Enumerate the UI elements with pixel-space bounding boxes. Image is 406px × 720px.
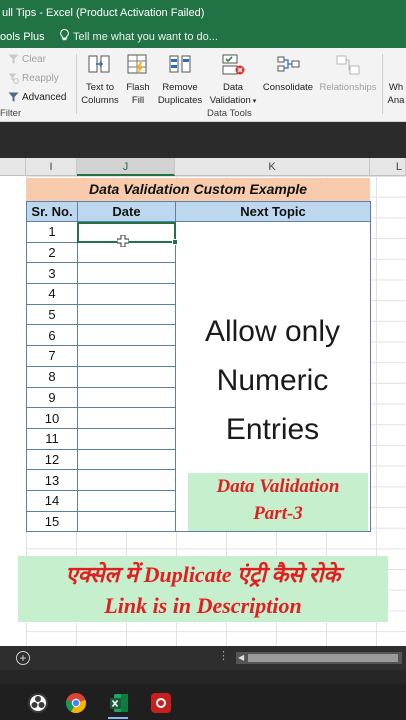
chrome-icon[interactable] bbox=[65, 692, 87, 714]
record-icon[interactable] bbox=[150, 692, 172, 714]
flash-fill-button[interactable]: Flash Fill bbox=[122, 52, 154, 107]
title-bar: ull Tips - Excel (Product Activation Fai… bbox=[0, 0, 406, 26]
consolidate-button[interactable]: Consolidate bbox=[260, 52, 316, 94]
date-cell[interactable] bbox=[77, 283, 176, 305]
date-cell[interactable] bbox=[77, 448, 176, 471]
taskbar bbox=[0, 684, 406, 720]
date-cell[interactable] bbox=[77, 324, 176, 347]
clear-filter-button[interactable]: Clear bbox=[0, 50, 80, 69]
promo-banner: एक्सेल में Duplicate एंट्री कैसे रोके Li… bbox=[18, 556, 388, 622]
clear-filter-icon bbox=[8, 54, 19, 64]
header-date[interactable]: Date bbox=[77, 201, 176, 222]
reapply-icon bbox=[8, 73, 19, 84]
consolidate-icon bbox=[275, 52, 301, 78]
date-cell[interactable] bbox=[77, 407, 176, 429]
ribbon-separator bbox=[76, 54, 77, 114]
column-header-i[interactable]: I bbox=[26, 158, 77, 176]
date-cell[interactable] bbox=[77, 345, 176, 367]
sr-no-cell[interactable]: 7 bbox=[26, 345, 78, 367]
sr-no-cell[interactable]: 13 bbox=[26, 469, 78, 491]
remove-duplicates-icon bbox=[167, 52, 193, 78]
sr-no-cell[interactable]: 5 bbox=[26, 303, 78, 326]
tell-me-bar: ools Plus Tell me what you want to do... bbox=[0, 26, 406, 48]
relationships-icon bbox=[335, 52, 361, 78]
date-cell[interactable] bbox=[77, 365, 176, 388]
scrollbar-thumb[interactable] bbox=[248, 654, 398, 662]
tab-split-handle[interactable]: ⋮ bbox=[218, 649, 230, 662]
filter-group: Clear Reapply Advanced bbox=[0, 50, 80, 107]
date-cell[interactable] bbox=[77, 510, 176, 533]
date-cell[interactable] bbox=[77, 489, 176, 512]
date-cell[interactable] bbox=[77, 469, 176, 491]
data-validation-icon bbox=[220, 52, 246, 78]
data-tools-group-label: Data Tools bbox=[207, 108, 252, 119]
scroll-left-icon[interactable]: ◀ bbox=[238, 652, 244, 664]
ribbon-separator bbox=[382, 54, 383, 114]
sheet-title-cell[interactable]: Data Validation Custom Example bbox=[26, 178, 370, 201]
remove-duplicates-button[interactable]: Remove Duplicates bbox=[154, 52, 206, 107]
window-title: ull Tips - Excel (Product Activation Fai… bbox=[2, 7, 205, 19]
excel-window: ull Tips - Excel (Product Activation Fai… bbox=[0, 0, 406, 720]
sr-no-cell[interactable]: 6 bbox=[26, 324, 78, 347]
excel-icon[interactable] bbox=[108, 692, 130, 714]
crosshair-cursor-icon bbox=[117, 235, 129, 247]
sr-no-cell[interactable]: 1 bbox=[26, 221, 78, 243]
banner-line-hindi: एक्सेल में Duplicate एंट्री कैसे रोके bbox=[65, 562, 341, 587]
active-app-indicator bbox=[108, 717, 128, 719]
topic-line: Entries bbox=[225, 413, 320, 446]
sr-no-cell[interactable]: 8 bbox=[26, 365, 78, 388]
date-cell[interactable] bbox=[77, 427, 176, 450]
formula-bar-area bbox=[0, 122, 406, 158]
sr-no-cell[interactable]: 11 bbox=[26, 427, 78, 450]
select-all-corner[interactable] bbox=[0, 158, 26, 176]
data-validation-button[interactable]: Data Validation ▾ bbox=[206, 52, 260, 108]
advanced-filter-button[interactable]: Advanced bbox=[0, 88, 80, 107]
column-header-k[interactable]: K bbox=[175, 158, 370, 176]
sr-no-cell[interactable]: 9 bbox=[26, 386, 78, 409]
text-to-columns-button[interactable]: Text to Columns bbox=[78, 52, 122, 107]
column-header-l[interactable]: L bbox=[370, 158, 406, 176]
advanced-filter-icon bbox=[8, 92, 19, 102]
horizontal-scrollbar[interactable]: ◀ bbox=[236, 652, 402, 664]
part-line: Part-3 bbox=[253, 503, 303, 524]
reapply-button[interactable]: Reapply bbox=[0, 69, 80, 88]
sr-no-cell[interactable]: 3 bbox=[26, 262, 78, 285]
header-next-topic[interactable]: Next Topic bbox=[175, 201, 371, 222]
banner-line-link: Link is in Description bbox=[104, 593, 302, 618]
header-sr-no[interactable]: Sr. No. bbox=[26, 201, 78, 222]
obs-icon[interactable] bbox=[27, 692, 49, 714]
topic-line: Allow only bbox=[204, 315, 341, 348]
text-to-columns-icon bbox=[87, 52, 113, 78]
ribbon: Clear Reapply Advanced Filter Text to Co… bbox=[0, 48, 406, 122]
date-cell[interactable] bbox=[77, 262, 176, 285]
column-header-j[interactable]: J bbox=[77, 158, 175, 176]
sr-no-cell[interactable]: 15 bbox=[26, 510, 78, 533]
lightbulb-icon bbox=[60, 26, 69, 48]
topic-line: Numeric bbox=[216, 364, 329, 397]
add-sheet-button[interactable]: + bbox=[16, 651, 30, 665]
part-label-box: Data Validation Part-3 bbox=[188, 473, 368, 531]
chevron-down-icon: ▾ bbox=[250, 98, 257, 105]
date-cell[interactable] bbox=[77, 303, 176, 326]
flash-fill-icon bbox=[125, 52, 151, 78]
sr-no-cell[interactable]: 12 bbox=[26, 448, 78, 471]
tell-me-search[interactable]: Tell me what you want to do... bbox=[73, 26, 218, 48]
what-if-analysis-button[interactable]: Wh Ana bbox=[386, 52, 406, 107]
relationships-button[interactable]: Relationships bbox=[316, 52, 380, 94]
status-bar bbox=[0, 670, 406, 684]
sr-no-cell[interactable]: 10 bbox=[26, 407, 78, 429]
date-cell[interactable] bbox=[77, 386, 176, 409]
sr-no-cell[interactable]: 2 bbox=[26, 241, 78, 264]
tab-tools-plus[interactable]: ools Plus bbox=[0, 26, 45, 48]
sr-no-cell[interactable]: 14 bbox=[26, 489, 78, 512]
table-row: 1 bbox=[26, 220, 371, 533]
sheet-tab-bar: + ⋮ ◀ bbox=[0, 646, 406, 670]
sr-no-cell[interactable]: 4 bbox=[26, 283, 78, 305]
next-topic-text: Allow only Numeric Entries bbox=[175, 307, 370, 454]
filter-group-label: Filter bbox=[0, 108, 22, 119]
part-line: Data Validation bbox=[216, 476, 340, 497]
